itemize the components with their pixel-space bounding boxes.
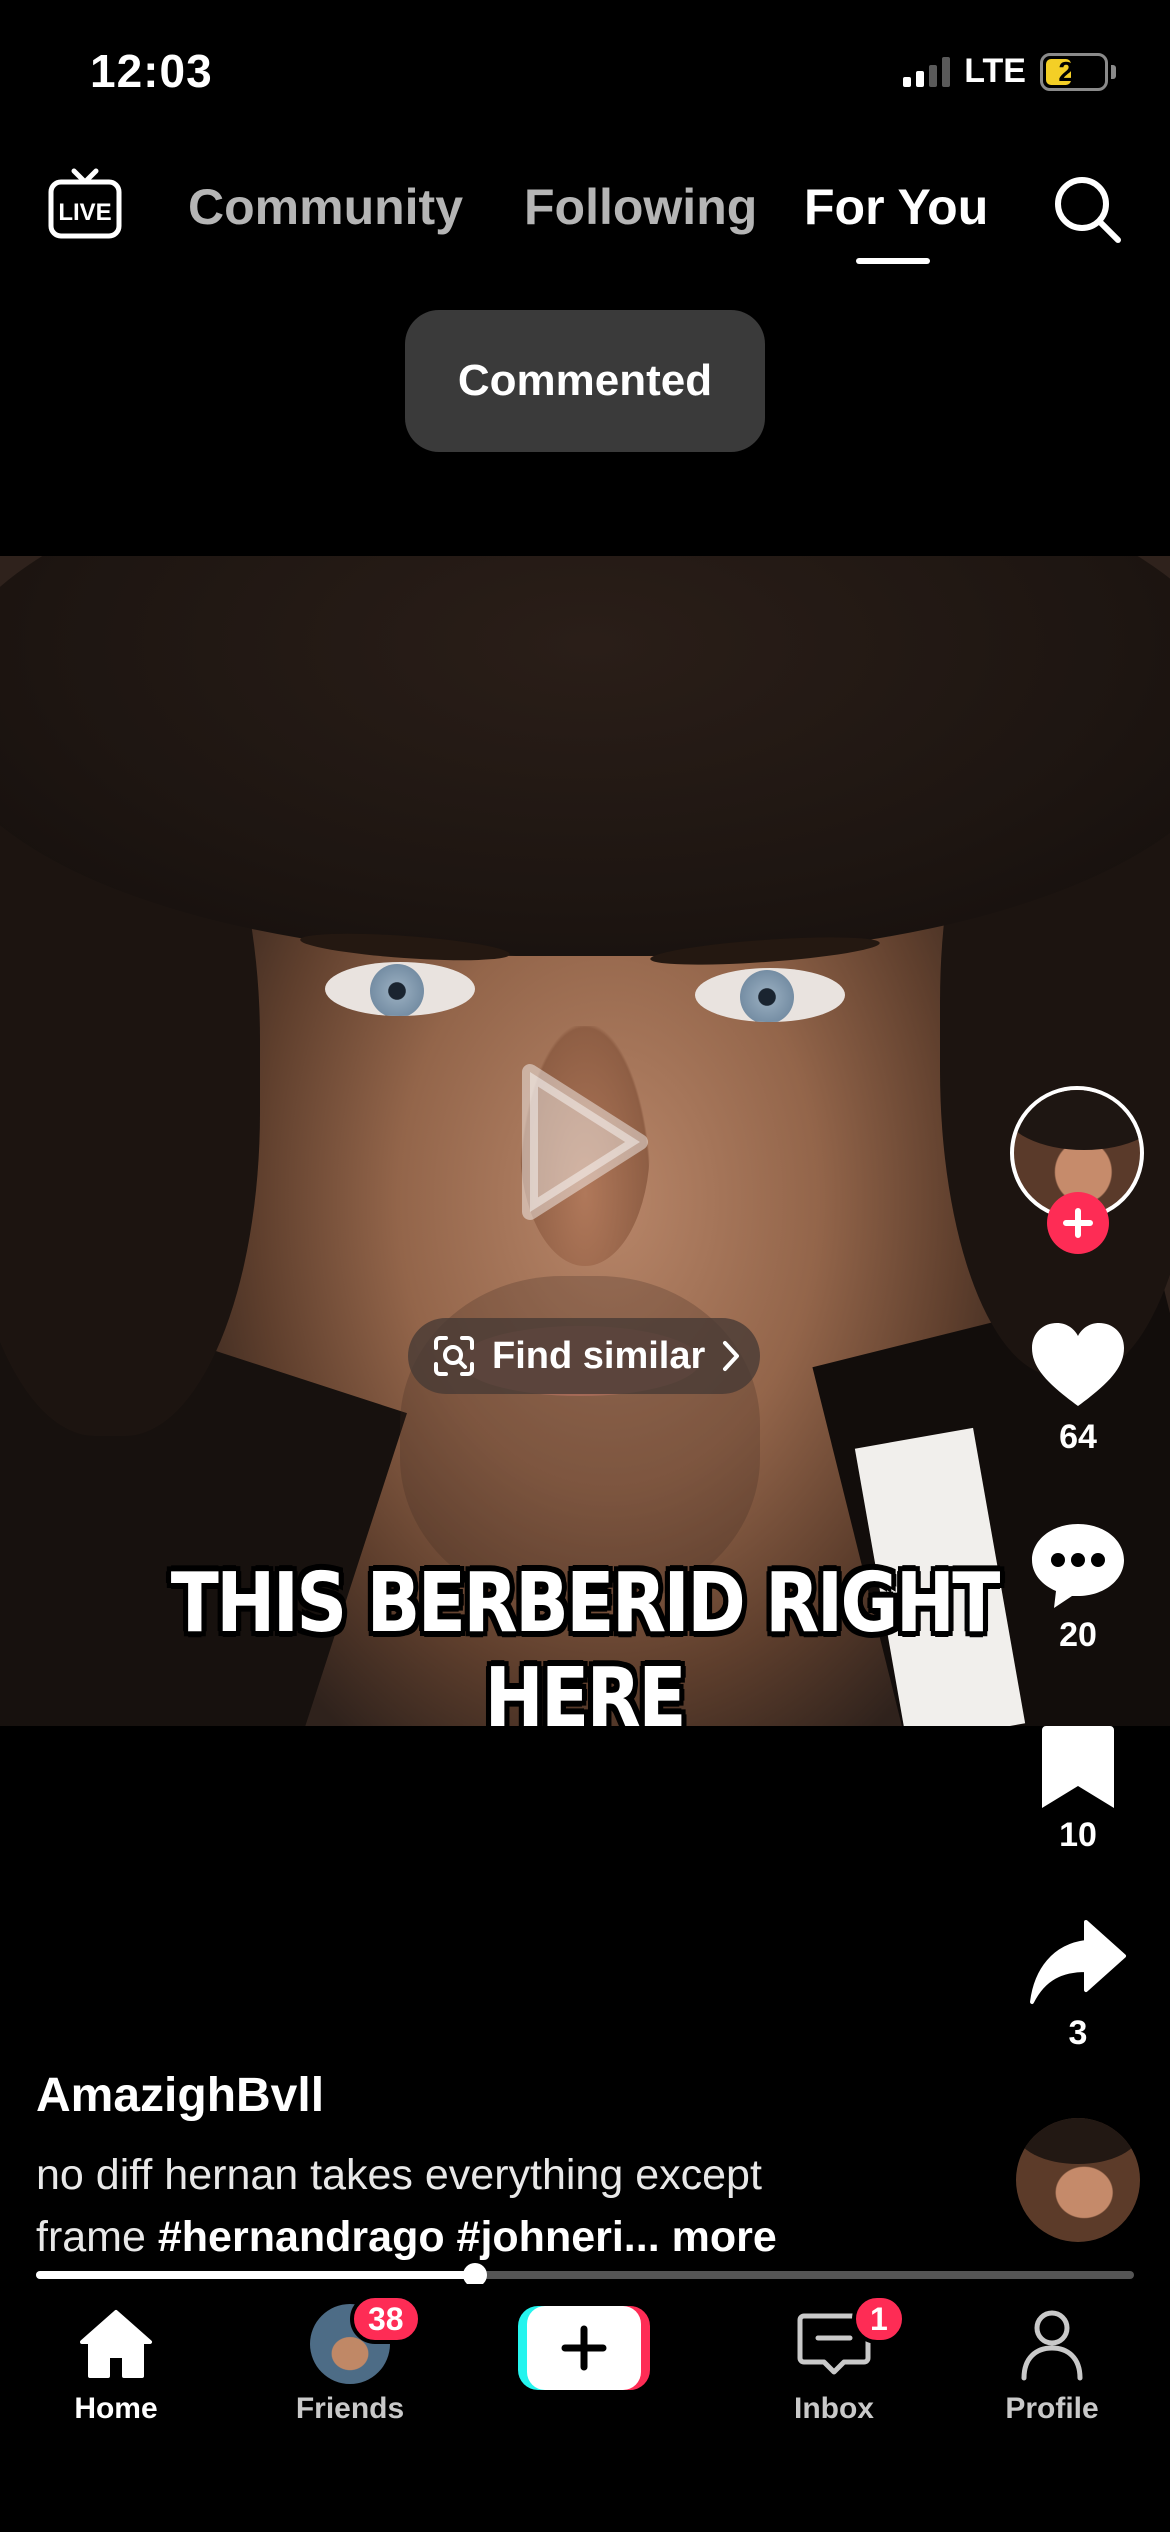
status-icons: LTE 25	[903, 52, 1116, 91]
active-tab-indicator	[856, 258, 930, 264]
profile-icon	[1021, 2310, 1083, 2381]
find-similar-label: Find similar	[492, 1334, 706, 1377]
description-line-1: no diff hernan takes everything except	[36, 2151, 762, 2199]
search-icon[interactable]	[1052, 174, 1122, 244]
visual-search-icon	[434, 1336, 474, 1376]
nav-friends-label: Friends	[295, 2392, 405, 2425]
hashtags[interactable]: #hernandrago #johneri...	[158, 2213, 660, 2261]
comment-icon[interactable]	[1028, 1520, 1128, 1610]
battery-icon: 25	[1040, 52, 1108, 91]
tab-following[interactable]: Following	[524, 178, 757, 236]
progress-fill	[36, 2271, 476, 2279]
nav-profile[interactable]: Profile	[952, 2304, 1152, 2426]
nav-home-label: Home	[74, 2392, 158, 2425]
save-count: 10	[1059, 1816, 1097, 1854]
music-disc[interactable]	[1016, 2118, 1140, 2242]
follow-button[interactable]	[1047, 1192, 1109, 1254]
create-plus-icon	[561, 2325, 607, 2371]
status-time: 12:03	[90, 45, 213, 97]
friends-badge: 38	[350, 2294, 422, 2344]
bookmark-icon[interactable]	[1028, 1722, 1128, 1812]
like-count: 64	[1059, 1418, 1097, 1456]
nav-friends[interactable]: 38 Friends	[250, 2294, 450, 2426]
commented-toast: Commented	[405, 310, 765, 452]
heart-icon[interactable]	[1028, 1320, 1128, 1410]
video-caption: THIS BERBERID RIGHT HERE	[170, 1556, 1001, 1726]
find-similar-button[interactable]: Find similar	[408, 1318, 760, 1394]
svg-text:LIVE: LIVE	[58, 199, 111, 226]
video-player[interactable]: Find similar THIS BERBERID RIGHT HERE	[0, 556, 1170, 1726]
chevron-right-icon	[723, 1341, 740, 1371]
signal-icon	[903, 56, 951, 87]
share-count: 3	[1068, 2014, 1088, 2052]
plus-icon	[1063, 1208, 1093, 1238]
create-button[interactable]	[518, 2306, 650, 2390]
description-line-2: frame #hernandrago #johneri... more	[36, 2206, 936, 2268]
share-icon[interactable]	[1028, 1918, 1128, 2008]
nav-inbox[interactable]: 1 Inbox	[734, 2294, 934, 2426]
comment-count: 20	[1059, 1616, 1097, 1654]
tab-for-you[interactable]: For You	[804, 178, 988, 236]
nav-inbox-label: Inbox	[794, 2392, 874, 2425]
play-icon[interactable]	[520, 1062, 650, 1222]
live-tv-icon[interactable]: LIVE	[48, 168, 122, 242]
inbox-badge: 1	[852, 2294, 906, 2344]
more-link[interactable]: more	[672, 2213, 777, 2261]
tab-community[interactable]: Community	[188, 178, 463, 236]
home-icon	[80, 2310, 152, 2378]
battery-level: 25	[1058, 55, 1090, 87]
post-username[interactable]: AmazighBvll	[36, 2068, 324, 2123]
nav-profile-label: Profile	[1005, 2392, 1099, 2425]
nav-home[interactable]: Home	[16, 2304, 216, 2426]
post-description[interactable]: no diff hernan takes everything except f…	[36, 2144, 936, 2268]
network-label: LTE	[964, 52, 1026, 90]
description-text: frame	[36, 2213, 158, 2261]
video-progress-bar[interactable]	[36, 2263, 1134, 2287]
